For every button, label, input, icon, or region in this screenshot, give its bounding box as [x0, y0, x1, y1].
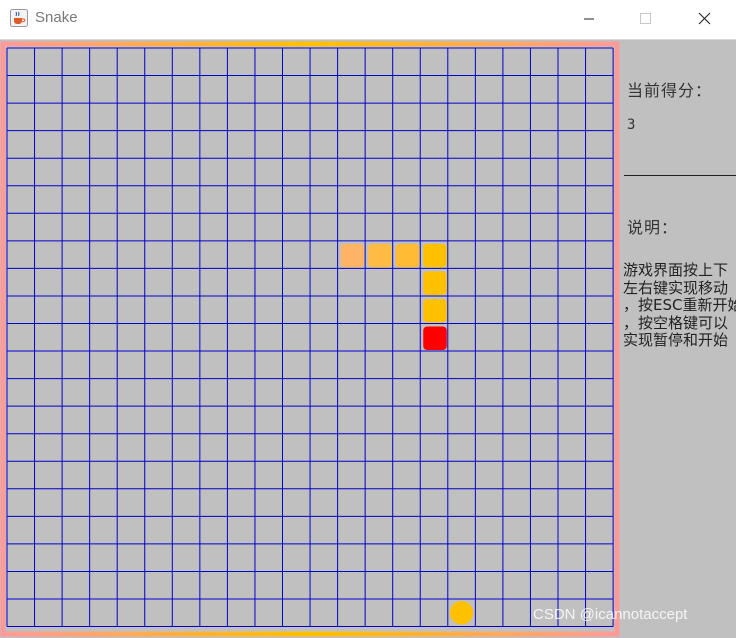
minimize-button[interactable] [566, 0, 612, 38]
snake-window: Snake 当前得分： 3 说明： 游戏界面按上下 左右键实现移动 ，按ESC重… [0, 0, 736, 638]
divider [624, 175, 736, 176]
window-title: Snake [35, 9, 78, 26]
snake-body [395, 243, 420, 268]
snake-body [423, 298, 447, 323]
score-value: 3 [627, 117, 636, 133]
help-label: 说明： [627, 218, 679, 237]
minimize-icon [584, 18, 594, 20]
snake-body [368, 243, 392, 268]
maximize-icon [640, 13, 651, 24]
close-icon [698, 12, 711, 25]
side-panel: 当前得分： 3 说明： 游戏界面按上下 左右键实现移动 ，按ESC重新开始 ，按… [621, 41, 736, 638]
title-bar[interactable]: Snake [0, 0, 736, 40]
help-line: 实现暂停和开始 [623, 331, 729, 349]
food [449, 601, 474, 625]
game-board[interactable] [0, 41, 621, 638]
csdn-watermark: CSDN @icannotaccept [533, 606, 688, 623]
help-text: 游戏界面按上下 左右键实现移动 ，按ESC重新开始 ，按空格键可以 实现暂停和开… [623, 262, 736, 350]
snake-body [423, 243, 447, 268]
maximize-button[interactable] [622, 0, 668, 38]
help-line: ，按空格键可以 [623, 313, 729, 332]
score-label: 当前得分： [627, 81, 713, 100]
close-button[interactable] [682, 0, 728, 38]
snake-head [423, 326, 447, 351]
help-line: 游戏界面按上下 [623, 262, 729, 279]
help-line: 左右键实现移动 [623, 278, 729, 297]
help-line: ，按ESC重新开始 [623, 296, 736, 314]
food-layer [449, 601, 474, 625]
snake-tail [340, 243, 365, 268]
snake-body [423, 271, 447, 295]
java-coffee-icon [10, 9, 28, 27]
